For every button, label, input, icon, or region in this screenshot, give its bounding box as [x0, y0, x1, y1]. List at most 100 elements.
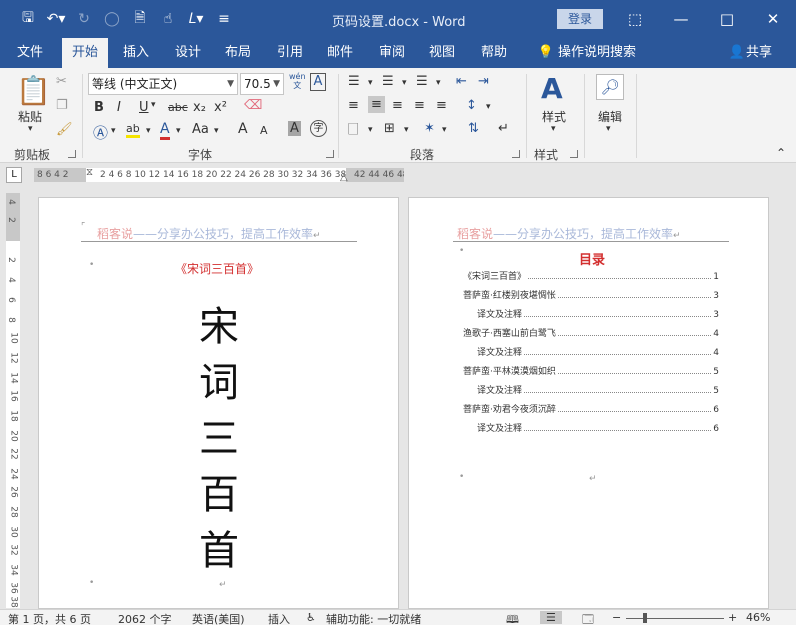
- paragraph-launcher-icon[interactable]: [512, 150, 520, 158]
- toc-entry[interactable]: 菩萨蛮·平林漠漠烟如织 5: [463, 363, 719, 377]
- show-marks-icon[interactable]: ↵: [498, 121, 509, 136]
- strikethrough-button[interactable]: abc: [168, 101, 188, 114]
- person-icon[interactable]: 👤: [728, 38, 746, 68]
- status-language[interactable]: 英语(美国): [192, 611, 245, 625]
- change-case-dropdown-icon[interactable]: ▾: [214, 126, 219, 136]
- tab-review[interactable]: 审阅: [372, 38, 412, 68]
- collapse-ribbon-icon[interactable]: ⌃: [776, 146, 786, 160]
- chinese-layout-dropdown-icon[interactable]: ▾: [442, 125, 447, 135]
- styles-launcher-icon[interactable]: [570, 150, 578, 158]
- zoom-in-button[interactable]: +: [728, 611, 737, 624]
- tell-me-search[interactable]: 操作说明搜索: [558, 38, 638, 68]
- maximize-icon[interactable]: □: [704, 0, 750, 38]
- subscript-button[interactable]: x₂: [193, 100, 206, 115]
- italic-button[interactable]: I: [117, 100, 121, 115]
- bold-button[interactable]: B: [94, 100, 104, 115]
- shrink-font-button[interactable]: A: [260, 124, 268, 137]
- shading-icon[interactable]: 🗌: [348, 121, 358, 143]
- align-left-icon[interactable]: ≡: [348, 98, 359, 113]
- tab-insert[interactable]: 插入: [116, 38, 156, 68]
- enclose-characters-button[interactable]: 字: [310, 120, 327, 137]
- page-header[interactable]: 稻客说——分享办公技巧，提高工作效率↵: [97, 225, 321, 242]
- font-launcher-icon[interactable]: [326, 150, 334, 158]
- cut-icon[interactable]: ✂: [56, 74, 67, 89]
- shading-dropdown-icon[interactable]: ▾: [368, 125, 373, 135]
- zoom-level[interactable]: 46%: [746, 611, 770, 624]
- toc-entry[interactable]: 译文及注释 5: [477, 382, 719, 396]
- copy-icon[interactable]: ❐: [56, 98, 68, 113]
- vertical-char[interactable]: 三: [199, 406, 239, 464]
- bullets-icon[interactable]: ☰: [348, 74, 360, 89]
- new-doc-icon[interactable]: 🗎: [126, 5, 154, 33]
- borders-icon[interactable]: ⊞: [384, 121, 395, 136]
- share-button[interactable]: 共享: [746, 38, 778, 68]
- text-effects-icon[interactable]: Ⓐ: [93, 122, 108, 143]
- grow-font-button[interactable]: A: [238, 121, 248, 137]
- close-icon[interactable]: ✕: [750, 0, 796, 38]
- toc-entry[interactable]: 渔歌子·西塞山前白鹭飞 4: [463, 325, 719, 339]
- web-layout-icon[interactable]: 🗔︎: [582, 611, 594, 625]
- change-case-button[interactable]: Aa: [192, 122, 209, 137]
- zoom-slider-track[interactable]: [626, 618, 724, 619]
- multilevel-list-icon[interactable]: ☰: [416, 74, 428, 89]
- paste-icon[interactable]: 📋: [16, 74, 51, 107]
- clipboard-launcher-icon[interactable]: [68, 150, 76, 158]
- vertical-char[interactable]: 首: [199, 518, 239, 576]
- document-page-2[interactable]: 稻客说——分享办公技巧，提高工作效率↵ • 目录 《宋词三百首》 1 菩萨蛮·红楼…: [408, 197, 769, 609]
- styles-icon[interactable]: A: [541, 72, 563, 105]
- highlight-dropdown-icon[interactable]: ▾: [146, 126, 151, 136]
- justify-icon[interactable]: ≡: [414, 98, 425, 113]
- numbering-icon[interactable]: ☰: [382, 74, 394, 89]
- document-title-text[interactable]: 《宋词三百首》: [175, 260, 259, 277]
- tab-file[interactable]: 文件: [10, 38, 50, 68]
- underline-dropdown-icon[interactable]: ▾: [151, 100, 156, 110]
- status-page-count[interactable]: 第 1 页，共 6 页: [8, 611, 91, 625]
- tab-selector[interactable]: L: [6, 167, 22, 183]
- multilevel-dropdown-icon[interactable]: ▾: [436, 78, 441, 88]
- ribbon-display-icon[interactable]: ⬚: [612, 0, 658, 38]
- touch-mode-icon[interactable]: ☝: [154, 5, 182, 33]
- align-center-icon[interactable]: ≡: [368, 96, 385, 113]
- indent-marker-icon[interactable]: ⧖: [86, 168, 93, 180]
- styles-dropdown-icon[interactable]: ▾: [551, 124, 556, 134]
- styles-button[interactable]: 样式: [542, 108, 566, 125]
- tab-layout[interactable]: 布局: [218, 38, 258, 68]
- page-header[interactable]: 稻客说——分享办公技巧，提高工作效率↵: [457, 225, 681, 242]
- toc-entry[interactable]: 《宋词三百首》 1: [463, 268, 719, 282]
- text-effects-dropdown-icon[interactable]: ▾: [111, 126, 116, 136]
- accessibility-icon[interactable]: ♿︎: [306, 611, 316, 624]
- sort-icon[interactable]: ⇅: [468, 121, 479, 136]
- decrease-indent-icon[interactable]: ⇤: [456, 74, 467, 89]
- undo-icon[interactable]: ↶▾: [42, 5, 70, 33]
- redo-icon[interactable]: ↻: [70, 5, 98, 33]
- zoom-slider-thumb[interactable]: [643, 613, 647, 623]
- lightbulb-icon[interactable]: 💡: [534, 38, 558, 68]
- status-accessibility[interactable]: 辅助功能: 一切就绪: [326, 611, 421, 625]
- save-icon[interactable]: 🖫: [14, 5, 42, 33]
- font-size-combo[interactable]: 70.5 ▼: [240, 73, 284, 95]
- line-spacing-icon[interactable]: ↕: [466, 98, 477, 113]
- vertical-char[interactable]: 百: [199, 462, 239, 520]
- toc-entry[interactable]: 译文及注释 6: [477, 420, 719, 434]
- vertical-ruler[interactable]: 4 2 2 4 6 8 10 12 14 16 18 20 22 24 26 2…: [6, 193, 20, 608]
- increase-indent-icon[interactable]: ⇥: [478, 74, 489, 89]
- tab-references[interactable]: 引用: [270, 38, 310, 68]
- font-color-dropdown-icon[interactable]: ▾: [176, 126, 181, 136]
- tab-help[interactable]: 帮助: [474, 38, 514, 68]
- underline-button[interactable]: U: [139, 100, 149, 115]
- numbering-dropdown-icon[interactable]: ▾: [402, 78, 407, 88]
- customize-qat-icon[interactable]: ≡: [210, 5, 238, 33]
- borders-dropdown-icon[interactable]: ▾: [404, 125, 409, 135]
- edit-dropdown-icon[interactable]: ▾: [606, 124, 611, 134]
- distributed-icon[interactable]: ≡: [436, 98, 447, 113]
- tab-view[interactable]: 视图: [422, 38, 462, 68]
- toc-entry[interactable]: 译文及注释 3: [477, 306, 719, 320]
- paste-label[interactable]: 粘贴: [18, 108, 42, 125]
- line-spacing-dropdown-icon[interactable]: ▾: [486, 102, 491, 112]
- status-insert-mode[interactable]: 插入: [268, 611, 290, 625]
- format-painter-icon[interactable]: 🖌: [56, 122, 73, 137]
- toc-entry[interactable]: 菩萨蛮·红楼别夜堪惆怅 3: [463, 287, 719, 301]
- superscript-button[interactable]: x²: [214, 100, 227, 115]
- search-icon[interactable]: 🔎︎: [596, 74, 624, 100]
- tab-mailings[interactable]: 邮件: [320, 38, 360, 68]
